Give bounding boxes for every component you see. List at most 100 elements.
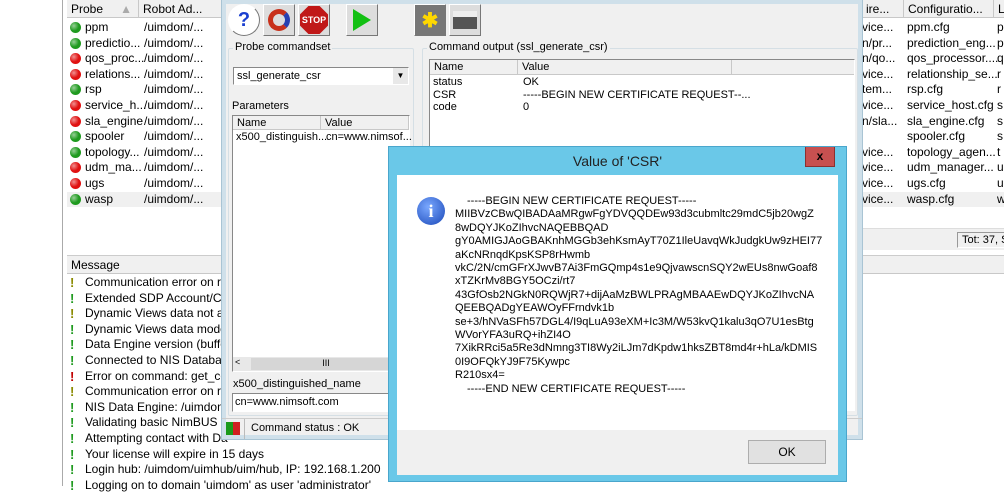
probe-row[interactable]: spooler /uimdom/... xyxy=(67,129,227,145)
robot-address: /uimdom/... xyxy=(144,191,204,206)
help-button[interactable]: ? xyxy=(228,4,260,36)
param-value: cn=www.nimsof... xyxy=(326,131,412,143)
directory-cell: vice... xyxy=(862,191,894,206)
exclamation-icon: ! xyxy=(70,415,75,431)
column-probe[interactable]: Probe ▲ xyxy=(67,0,139,17)
output-row[interactable]: status OK xyxy=(433,76,833,89)
output-column-name[interactable]: Name xyxy=(430,60,518,74)
probe-row[interactable]: predictio... /uimdom/... xyxy=(67,36,227,52)
selected-param-name: x500_distinguished_name xyxy=(233,378,361,390)
close-button[interactable]: x xyxy=(805,147,835,167)
csr-line: R210sx4= xyxy=(455,369,505,382)
dialog-title: Value of 'CSR' xyxy=(572,153,663,169)
details-row[interactable]: vice... udm_manager... u xyxy=(862,160,1004,176)
connection-icon xyxy=(226,422,240,435)
column-directory[interactable]: ire... xyxy=(862,0,904,17)
details-row[interactable]: vice... ppm.cfg p xyxy=(862,20,1004,36)
command-status: Command status : OK xyxy=(251,422,360,434)
csr-line: se+3/hNVaSFh57DGL4/I9qLuA93eXM+Ic3M/W53k… xyxy=(455,315,814,328)
scrollbar-thumb[interactable]: III xyxy=(251,358,401,370)
commandset-select[interactable]: ssl_generate_csr ▼ xyxy=(233,67,409,85)
details-row[interactable]: vice... ugs.cfg u xyxy=(862,176,1004,192)
options-button[interactable]: ✱ xyxy=(414,4,446,36)
output-name: CSR xyxy=(433,88,457,101)
details-row[interactable]: n/qo... qos_processor.... q xyxy=(862,51,1004,67)
details-row[interactable]: vice... relationship_se... r xyxy=(862,67,1004,83)
config-cell: wasp.cfg xyxy=(907,191,955,206)
param-value-input[interactable]: cn=www.nimsoft.com xyxy=(232,393,410,412)
parameters-label: Parameters xyxy=(232,100,289,112)
csr-line: 7XikRRci5a5Re3dNmng3TI8Wy2iLJm7dKpdw1hks… xyxy=(455,342,818,355)
l-cell: r xyxy=(997,82,1001,97)
probe-name: udm_ma... xyxy=(85,160,142,175)
message-text: Dynamic Views data not ava xyxy=(85,306,237,321)
probe-details-list[interactable]: ire... Configuratio... L vice... ppm.cfg… xyxy=(862,0,1004,250)
robot-address: /uimdom/... xyxy=(144,129,204,144)
chevron-down-icon[interactable]: ▼ xyxy=(393,68,408,84)
commandset-value: ssl_generate_csr xyxy=(237,70,321,82)
l-cell: p xyxy=(997,20,1004,34)
output-name: status xyxy=(433,76,463,88)
directory-cell: n/sla... xyxy=(862,113,898,128)
exclamation-icon: ! xyxy=(70,321,75,337)
robot-address: /uimdom/... xyxy=(144,160,204,175)
output-value: 0 xyxy=(523,101,530,113)
run-button[interactable] xyxy=(346,4,378,36)
probe-name: topology... xyxy=(85,144,140,159)
status-dot-icon xyxy=(70,22,81,33)
probe-list[interactable]: Probe ▲ Robot Ad... ppm /uimdom/... pred… xyxy=(67,0,227,220)
param-column-value[interactable]: Value xyxy=(321,116,409,129)
scroll-left-icon[interactable]: < xyxy=(235,357,240,367)
probe-row[interactable]: service_h... /uimdom/... xyxy=(67,98,227,114)
refresh-button[interactable] xyxy=(263,4,295,36)
ok-button[interactable]: OK xyxy=(748,440,826,464)
column-message[interactable]: Message xyxy=(67,256,227,273)
details-row[interactable]: spooler.cfg s xyxy=(862,129,1004,145)
directory-cell: n/qo... xyxy=(862,51,896,66)
robot-address: /uimdom/... xyxy=(144,66,204,81)
probe-name: wasp xyxy=(85,191,114,206)
column-configuration[interactable]: Configuratio... xyxy=(904,0,994,17)
probe-row[interactable]: ppm /uimdom/... xyxy=(67,20,227,36)
output-row[interactable]: CSR -----BEGIN NEW CERTIFICATE REQUEST--… xyxy=(433,89,833,102)
probe-row[interactable]: ugs /uimdom/... xyxy=(67,176,227,192)
column-robot-address[interactable]: Robot Ad... xyxy=(139,0,227,17)
directory-cell: n/pr... xyxy=(862,35,893,50)
l-cell: w xyxy=(997,191,1004,206)
details-row[interactable]: n/sla... sla_engine.cfg s xyxy=(862,114,1004,130)
details-row[interactable]: vice... wasp.cfg w xyxy=(862,191,1004,208)
status-dot-icon xyxy=(70,100,81,111)
param-row[interactable]: x500_distinguish... cn=www.nimsof... xyxy=(236,131,412,143)
csr-line: 0I9OFQkYJ9F75Kywpc xyxy=(455,355,570,368)
probe-row[interactable]: udm_ma... /uimdom/... xyxy=(67,160,227,176)
details-row[interactable]: n/pr... prediction_eng... p xyxy=(862,36,1004,52)
directory-cell: vice... xyxy=(862,144,894,159)
probe-row[interactable]: topology... /uimdom/... xyxy=(67,145,227,161)
parameters-table[interactable]: Name Value x500_distinguish... cn=www.ni… xyxy=(232,115,412,372)
config-cell: qos_processor.... xyxy=(907,51,999,66)
csr-value-dialog: Value of 'CSR' x i -----BEGIN NEW CERTIF… xyxy=(388,146,847,482)
stop-button[interactable]: STOP xyxy=(298,4,330,36)
config-cell: udm_manager... xyxy=(907,160,994,175)
probe-row[interactable]: rsp /uimdom/... xyxy=(67,82,227,98)
exclamation-icon: ! xyxy=(70,399,75,415)
column-l[interactable]: L xyxy=(994,0,1004,17)
csr-line: aKcNRnqdKpsKSP8rHwmb xyxy=(455,248,591,261)
details-row[interactable]: vice... service_host.cfg s xyxy=(862,98,1004,114)
details-row[interactable]: vice... topology_agen... t xyxy=(862,145,1004,161)
probe-name: ugs xyxy=(85,176,105,190)
probe-row[interactable]: qos_proc... /uimdom/... xyxy=(67,51,227,67)
probe-row[interactable]: wasp /uimdom/... xyxy=(67,191,227,208)
param-column-name[interactable]: Name xyxy=(233,116,321,129)
print-button[interactable] xyxy=(449,4,481,36)
probe-row[interactable]: sla_engine /uimdom/... xyxy=(67,114,227,130)
output-row[interactable]: code 0 xyxy=(433,101,833,114)
probe-name: predictio... xyxy=(85,35,141,50)
param-name: x500_distinguish... xyxy=(236,131,328,143)
horizontal-scrollbar[interactable]: < III xyxy=(233,357,409,371)
status-dot-icon xyxy=(70,115,81,127)
details-row[interactable]: tem... rsp.cfg r xyxy=(862,82,1004,98)
probe-row[interactable]: relations... /uimdom/... xyxy=(67,67,227,83)
output-column-value[interactable]: Value xyxy=(518,60,732,74)
status-dot-icon xyxy=(70,53,81,65)
